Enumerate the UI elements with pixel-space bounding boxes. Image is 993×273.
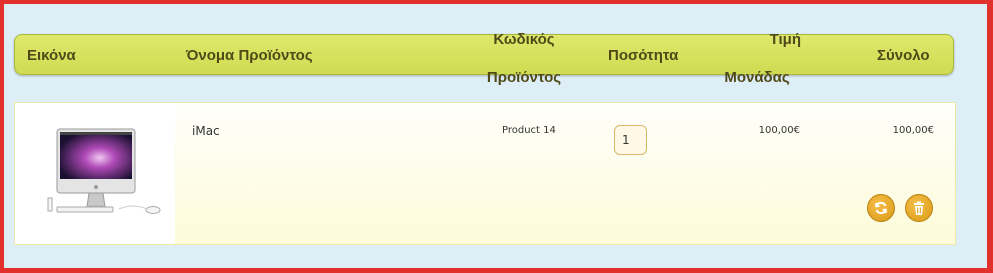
header-total: Σύνολο bbox=[877, 47, 930, 64]
header-price-line1: Τιμή bbox=[769, 31, 801, 48]
trash-icon bbox=[914, 201, 924, 215]
header-image: Εικόνα bbox=[27, 47, 76, 64]
refresh-icon bbox=[875, 201, 887, 215]
update-quantity-button[interactable] bbox=[867, 194, 895, 222]
header-unit-price: Τιμή Μονάδας bbox=[709, 21, 805, 97]
header-price-line2: Μονάδας bbox=[724, 69, 790, 86]
table-row: iMac Product 14 100,00€ 100,00€ bbox=[14, 102, 956, 245]
header-code-line2: Προϊόντος bbox=[486, 69, 562, 86]
quantity-input[interactable] bbox=[614, 125, 647, 155]
header-quantity: Ποσότητα bbox=[608, 47, 679, 64]
cart-table-header: Εικόνα Όνομα Προϊόντος Κωδικός Προϊόντος… bbox=[14, 31, 954, 86]
row-total: 100,00€ bbox=[892, 125, 934, 136]
unit-price: 100,00€ bbox=[758, 125, 800, 136]
product-name-link[interactable]: iMac bbox=[192, 124, 220, 138]
product-code: Product 14 bbox=[502, 125, 556, 136]
product-image-cell[interactable] bbox=[15, 103, 175, 244]
header-product-code: Κωδικός Προϊόντος bbox=[479, 21, 569, 97]
header-code-line1: Κωδικός bbox=[493, 31, 555, 48]
header-product-name: Όνομα Προϊόντος bbox=[186, 47, 313, 64]
imac-product-image[interactable] bbox=[15, 103, 175, 244]
remove-item-button[interactable] bbox=[905, 194, 933, 222]
cart-frame: Εικόνα Όνομα Προϊόντος Κωδικός Προϊόντος… bbox=[4, 4, 987, 268]
